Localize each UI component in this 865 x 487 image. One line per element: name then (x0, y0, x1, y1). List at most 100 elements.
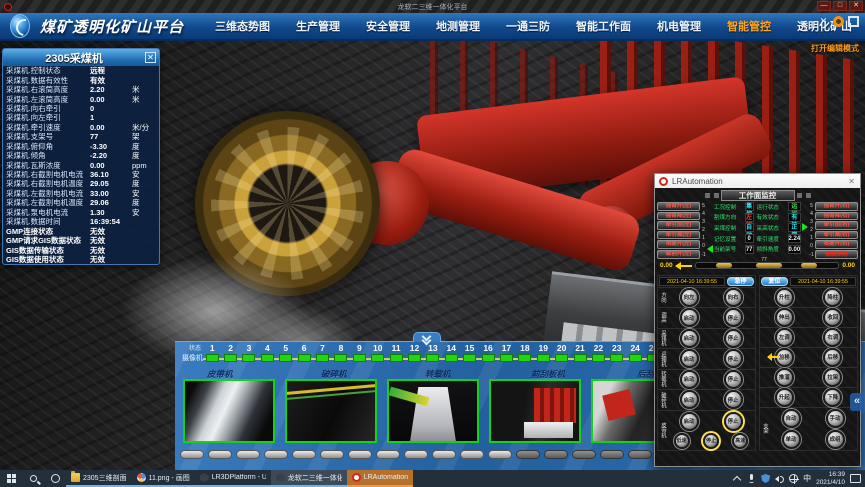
tab-workface-monitor[interactable]: 工作面监控 (721, 190, 795, 201)
control-button[interactable]: 停止 (724, 349, 743, 368)
tab-nav-icon[interactable] (806, 193, 811, 198)
channel-status-ok[interactable] (445, 354, 458, 362)
function-button-right-0[interactable]: 摇臂升(右) (815, 202, 858, 211)
control-button[interactable]: 启动 (680, 370, 699, 389)
function-button-left-2[interactable]: 牵引加(左) (657, 221, 700, 230)
control-button[interactable]: 启动 (680, 412, 699, 431)
group-mode-button[interactable]: 复位 (761, 277, 788, 286)
control-button[interactable]: 高速 (732, 433, 748, 449)
channel-status-ok[interactable] (518, 354, 531, 362)
control-button[interactable]: 伸出 (775, 308, 794, 327)
control-button[interactable]: 停止 (724, 308, 743, 327)
channel-status-ok[interactable] (592, 354, 605, 362)
taskbar-task-0[interactable]: 2305三维剖面 (66, 470, 132, 487)
notification-icon[interactable] (850, 474, 861, 483)
channel-status-ok[interactable] (353, 354, 366, 362)
channel-status-ok[interactable] (206, 354, 219, 362)
channel-status-ok[interactable] (426, 354, 439, 362)
start-button[interactable] (0, 470, 22, 487)
taskbar-task-1[interactable]: 11.png - 画图 (132, 470, 195, 487)
cortana-icon[interactable] (44, 470, 66, 487)
gear-icon[interactable] (833, 16, 844, 27)
function-button-left-1[interactable]: 摇臂降(左) (657, 212, 700, 221)
control-button[interactable]: 启动 (680, 349, 699, 368)
channel-status-ok[interactable] (574, 354, 587, 362)
control-button[interactable]: 向左 (680, 288, 699, 307)
function-button-left-3[interactable]: 牵引减(左) (657, 231, 700, 240)
control-button[interactable]: 升起 (775, 388, 794, 407)
chevron-up-icon[interactable] (733, 474, 742, 483)
menu-item-2[interactable]: 安全管理 (353, 18, 423, 34)
menu-item-4[interactable]: 一通三防 (493, 18, 563, 34)
position-slider[interactable]: 77 (695, 262, 840, 269)
menu-item-1[interactable]: 生产管理 (283, 18, 353, 34)
control-button[interactable]: 停止 (724, 370, 743, 389)
camera-thumbnail-3[interactable] (387, 379, 479, 443)
control-button[interactable]: 停止 (724, 412, 743, 431)
channel-status-ok[interactable] (298, 354, 311, 362)
collapse-panel-button[interactable] (413, 332, 441, 342)
control-button[interactable]: 低速 (674, 433, 690, 449)
camera-thumbnail-4[interactable] (489, 379, 581, 443)
control-button[interactable]: 降柱 (823, 288, 842, 307)
control-button[interactable]: 下降 (823, 388, 842, 407)
channel-status-ok[interactable] (610, 354, 623, 362)
camera-thumbnail-1[interactable] (183, 379, 275, 443)
ime-icon[interactable]: 中 (803, 474, 811, 483)
control-button[interactable]: 停止 (724, 329, 743, 348)
function-button-left-5[interactable]: 截割开(左) (657, 250, 700, 259)
taskbar-task-2[interactable]: LR3DPlatform - U... (195, 470, 271, 487)
close-icon[interactable]: ✕ (145, 52, 156, 63)
channel-status-ok[interactable] (390, 354, 403, 362)
channel-status-ok[interactable] (261, 354, 274, 362)
channel-status-ok[interactable] (463, 354, 476, 362)
function-button-right-5[interactable]: 紧急停机 (815, 250, 858, 259)
close-icon[interactable]: ✕ (848, 177, 855, 186)
channel-status-ok[interactable] (537, 354, 550, 362)
control-button[interactable]: 启动 (680, 329, 699, 348)
function-button-right-4[interactable]: 喷雾开(右) (815, 240, 858, 249)
taskbar-task-3[interactable]: 龙软二三维一体化... (271, 470, 347, 487)
channel-status-ok[interactable] (629, 354, 642, 362)
channel-status-ok[interactable] (555, 354, 568, 362)
close-button[interactable]: ✕ (849, 1, 863, 11)
function-button-right-2[interactable]: 牵引加(右) (815, 221, 858, 230)
taskbar-clock[interactable]: 16:392021/4/10 (816, 471, 845, 486)
network-icon[interactable] (789, 474, 798, 483)
control-button[interactable]: 成组 (826, 430, 845, 449)
tab-nav-icon[interactable] (714, 193, 719, 198)
maximize-button[interactable]: □ (833, 1, 847, 11)
control-button[interactable]: 停止 (703, 433, 719, 449)
shield-icon[interactable] (761, 474, 770, 483)
control-button[interactable]: 后移 (823, 348, 842, 367)
volume-icon[interactable] (775, 474, 784, 483)
group-mode-button[interactable]: 急停 (727, 277, 754, 286)
wrench-icon[interactable]: ✕ (818, 16, 829, 27)
tab-nav-icon[interactable] (797, 193, 802, 198)
channel-status-ok[interactable] (408, 354, 421, 362)
menu-item-5[interactable]: 智能工作面 (563, 18, 644, 34)
mic-icon[interactable] (747, 474, 756, 483)
menu-item-6[interactable]: 机电管理 (644, 18, 714, 34)
menu-item-3[interactable]: 地测管理 (423, 18, 493, 34)
control-button[interactable]: 自动 (782, 409, 801, 428)
control-button[interactable]: 单动 (782, 430, 801, 449)
tab-nav-icon[interactable] (705, 193, 710, 198)
channel-status-ok[interactable] (316, 354, 329, 362)
search-icon[interactable] (22, 470, 44, 487)
minimize-button[interactable]: — (817, 1, 831, 11)
taskbar-task-4[interactable]: LRAutomation (347, 470, 413, 487)
menu-item-7[interactable]: 智能管控 (714, 18, 784, 34)
control-button[interactable]: 推溜 (775, 368, 794, 387)
channel-status-ok[interactable] (224, 354, 237, 362)
channel-status-ok[interactable] (279, 354, 292, 362)
channel-status-ok[interactable] (242, 354, 255, 362)
function-button-left-0[interactable]: 摇臂升(左) (657, 202, 700, 211)
control-button[interactable]: 停止 (724, 390, 743, 409)
function-button-right-1[interactable]: 摇臂降(右) (815, 212, 858, 221)
channel-status-ok[interactable] (482, 354, 495, 362)
lrautomation-titlebar[interactable]: LRAutomation ✕ (655, 174, 860, 188)
channel-status-ok[interactable] (334, 354, 347, 362)
camera-thumbnail-2[interactable] (285, 379, 377, 443)
channel-status-ok[interactable] (500, 354, 513, 362)
